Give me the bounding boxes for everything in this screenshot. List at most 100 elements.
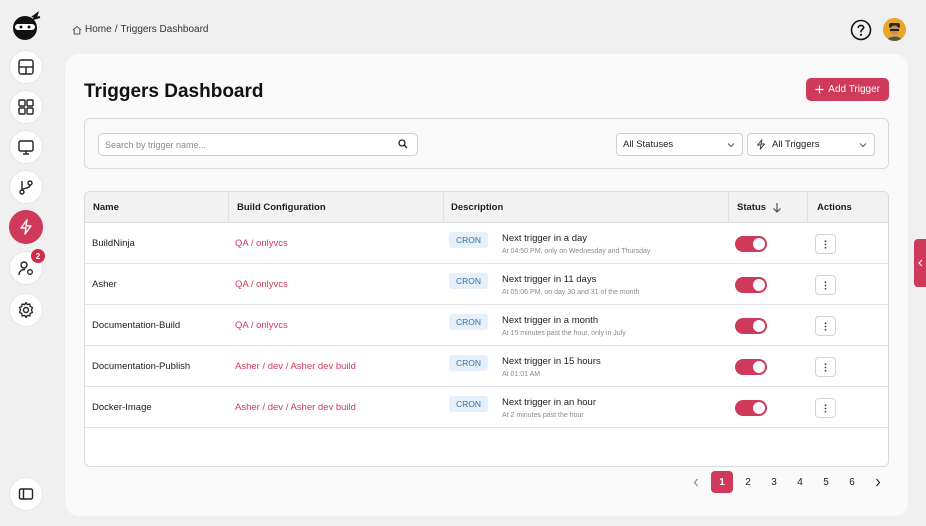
nav-vcs-button[interactable] [9, 170, 43, 204]
breadcrumb: Home / Triggers Dashboard [72, 24, 208, 35]
nav-users-button[interactable]: 2 [9, 249, 45, 285]
more-vertical-icon [824, 280, 827, 290]
triggers-table: Name Build Configuration Description Sta… [84, 191, 889, 467]
row-actions-button[interactable] [815, 275, 836, 295]
nav-triggers-button[interactable] [9, 210, 43, 244]
build-config-link[interactable]: Asher / dev / Asher dev build [235, 346, 356, 387]
row-actions-button[interactable] [815, 357, 836, 377]
page-button-4[interactable]: 4 [789, 471, 811, 493]
layout-icon [18, 59, 34, 75]
filter-bar: All Statuses All Triggers [84, 118, 889, 169]
schedule-text: At 01:01 AM [502, 371, 541, 378]
home-icon[interactable] [72, 25, 82, 35]
table-row[interactable]: Documentation-Build QA / onlyvcs CRON Ne… [85, 305, 888, 346]
sidebar: 2 [0, 0, 52, 526]
column-header-status-label: Status [737, 202, 767, 213]
row-actions-button[interactable] [815, 316, 836, 336]
table-row[interactable]: Documentation-Publish Asher / dev / Ashe… [85, 346, 888, 387]
ninja-logo[interactable] [11, 9, 41, 41]
schedule-text: At 15 minutes past the hour, only in Jul… [502, 330, 626, 337]
schedule-text: At 05:06 PM, on day 30 and 31 of the mon… [502, 289, 640, 296]
breadcrumb-current: Triggers Dashboard [120, 24, 209, 35]
trigger-type-filter-select[interactable]: All Triggers [747, 133, 875, 156]
page-button-6[interactable]: 6 [841, 471, 863, 493]
dashboard-icon [18, 99, 34, 115]
table-header: Name Build Configuration Description Sta… [85, 192, 888, 223]
page-button-2[interactable]: 2 [737, 471, 759, 493]
trigger-type-badge: CRON [449, 355, 489, 371]
row-actions-button[interactable] [815, 234, 836, 254]
next-page-button[interactable] [867, 471, 889, 493]
sort-arrow-down-icon[interactable] [772, 202, 782, 213]
breadcrumb-separator: / [114, 24, 118, 35]
trigger-name: Asher [92, 279, 117, 290]
search-icon[interactable] [398, 139, 408, 149]
schedule-text: At 2 minutes past the hour [502, 412, 584, 419]
nav-agents-button[interactable] [9, 130, 43, 164]
gear-icon [18, 301, 34, 319]
page-button-3[interactable]: 3 [763, 471, 785, 493]
table-row[interactable]: Asher QA / onlyvcs CRON Next trigger in … [85, 264, 888, 305]
chevron-right-icon [876, 478, 881, 486]
next-trigger-text: Next trigger in an hour [502, 397, 596, 408]
status-toggle[interactable] [735, 236, 767, 252]
monitor-icon [18, 140, 34, 155]
main-card: Triggers Dashboard Add Trigger All Statu… [65, 54, 908, 516]
toggle-knob [753, 279, 765, 291]
nav-dashboard-button[interactable] [9, 90, 43, 124]
more-vertical-icon [824, 362, 827, 372]
more-vertical-icon [824, 239, 827, 249]
users-notification-badge: 2 [31, 249, 45, 263]
table-row[interactable]: BuildNinja QA / onlyvcs CRON Next trigge… [85, 223, 888, 264]
nav-layout-button[interactable] [9, 50, 43, 84]
lightning-icon [757, 139, 765, 150]
next-trigger-text: Next trigger in a month [502, 315, 599, 326]
nav-settings-button[interactable] [9, 293, 43, 327]
git-branch-icon [19, 180, 33, 195]
add-trigger-label: Add Trigger [828, 84, 880, 95]
column-header-actions: Actions [807, 192, 888, 223]
trigger-type-badge: CRON [449, 273, 489, 289]
chevron-left-icon [917, 259, 922, 267]
chevron-down-icon [727, 143, 735, 148]
status-toggle[interactable] [735, 400, 767, 416]
sidebar-toggle-button[interactable] [9, 477, 43, 511]
add-trigger-button[interactable]: Add Trigger [806, 78, 889, 101]
status-toggle[interactable] [735, 359, 767, 375]
chevron-down-icon [859, 143, 867, 148]
build-config-link[interactable]: QA / onlyvcs [235, 223, 288, 264]
next-trigger-text: Next trigger in 11 days [502, 274, 597, 285]
user-avatar[interactable] [883, 18, 906, 41]
column-header-status[interactable]: Status [728, 192, 808, 223]
top-bar: Home / Triggers Dashboard [52, 0, 926, 56]
chevron-left-icon [693, 478, 698, 486]
column-header-name: Name [93, 202, 119, 213]
previous-page-button[interactable] [685, 471, 707, 493]
side-panel-tab[interactable] [914, 239, 926, 287]
avatar-image [883, 18, 906, 41]
breadcrumb-home-link[interactable]: Home [85, 24, 112, 35]
page-title: Triggers Dashboard [84, 81, 264, 102]
toggle-knob [753, 320, 765, 332]
build-config-link[interactable]: QA / onlyvcs [235, 264, 288, 305]
page-button-1[interactable]: 1 [711, 471, 733, 493]
next-trigger-text: Next trigger in a day [502, 233, 588, 244]
status-filter-select[interactable]: All Statuses [616, 133, 743, 156]
trigger-type-filter-value: All Triggers [772, 139, 820, 150]
search-input[interactable] [98, 133, 418, 156]
column-header-description: Description [443, 192, 729, 223]
page-button-5[interactable]: 5 [815, 471, 837, 493]
sidebar-collapse-icon [18, 488, 34, 500]
trigger-type-badge: CRON [449, 232, 489, 248]
toggle-knob [753, 361, 765, 373]
row-actions-button[interactable] [815, 398, 836, 418]
build-config-link[interactable]: Asher / dev / Asher dev build [235, 387, 356, 428]
table-row[interactable]: Docker-Image Asher / dev / Asher dev bui… [85, 387, 888, 428]
next-trigger-text: Next trigger in 15 hours [502, 356, 601, 367]
help-icon[interactable] [850, 19, 872, 41]
status-toggle[interactable] [735, 318, 767, 334]
schedule-text: At 04:50 PM, only on Wednesday and Thurs… [502, 248, 651, 255]
build-config-link[interactable]: QA / onlyvcs [235, 305, 288, 346]
trigger-type-badge: CRON [449, 396, 489, 412]
status-toggle[interactable] [735, 277, 767, 293]
